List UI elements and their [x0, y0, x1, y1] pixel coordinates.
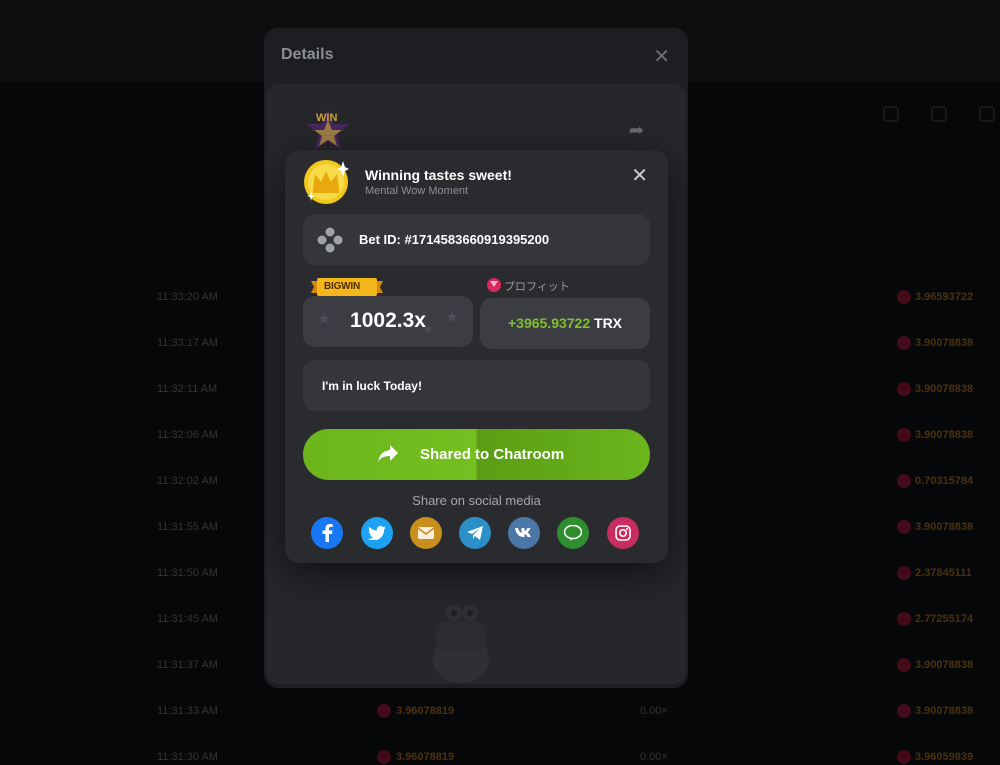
details-close-icon[interactable]: ✕ — [653, 44, 670, 69]
message-text: I'm in luck Today! — [322, 379, 422, 393]
telegram-icon[interactable] — [459, 517, 491, 549]
bigwin-label: BIGWIN — [324, 281, 361, 292]
bet-id-box: Bet ID: #1714583660919395200 — [303, 214, 650, 265]
mascot-icon — [433, 605, 489, 683]
share-to-chatroom-button[interactable]: Shared to Chatroom — [303, 429, 650, 480]
share-icon[interactable]: ➦ — [629, 120, 644, 141]
details-title: Details — [281, 46, 334, 63]
crown-icon — [304, 160, 349, 204]
share-modal: Winning tastes sweet! Mental Wow Moment … — [285, 150, 668, 563]
multiplier-value: 1002.3x — [350, 309, 426, 332]
share-button-label: Shared to Chatroom — [420, 446, 565, 463]
bet-id-text: Bet ID: #1714583660919395200 — [359, 232, 550, 247]
modal-close-icon[interactable]: ✕ — [631, 166, 648, 186]
modal-title: Winning tastes sweet! — [365, 167, 512, 183]
facebook-icon[interactable] — [311, 517, 343, 549]
vk-icon[interactable] — [508, 517, 540, 549]
game-icon — [317, 227, 343, 253]
instagram-icon[interactable] — [607, 517, 639, 549]
twitter-icon[interactable] — [361, 517, 393, 549]
social-caption: Share on social media — [412, 493, 541, 508]
share-arrow-icon — [378, 445, 398, 462]
profit-amount: +3965.93722 — [507, 315, 591, 331]
multiplier-box: ★ ★ ★ 1002.3x — [303, 296, 473, 347]
message-box[interactable]: I'm in luck Today! — [303, 360, 650, 411]
email-icon[interactable] — [410, 517, 442, 549]
profit-currency: TRX — [594, 315, 623, 331]
win-badge-label: WIN — [316, 112, 338, 124]
modal-subtitle: Mental Wow Moment — [365, 185, 469, 197]
profit-label: プロフィット — [504, 281, 570, 293]
line-icon[interactable] — [557, 517, 589, 549]
profit-box: +3965.93722 TRX — [480, 298, 650, 349]
trx-coin-icon — [487, 278, 501, 292]
